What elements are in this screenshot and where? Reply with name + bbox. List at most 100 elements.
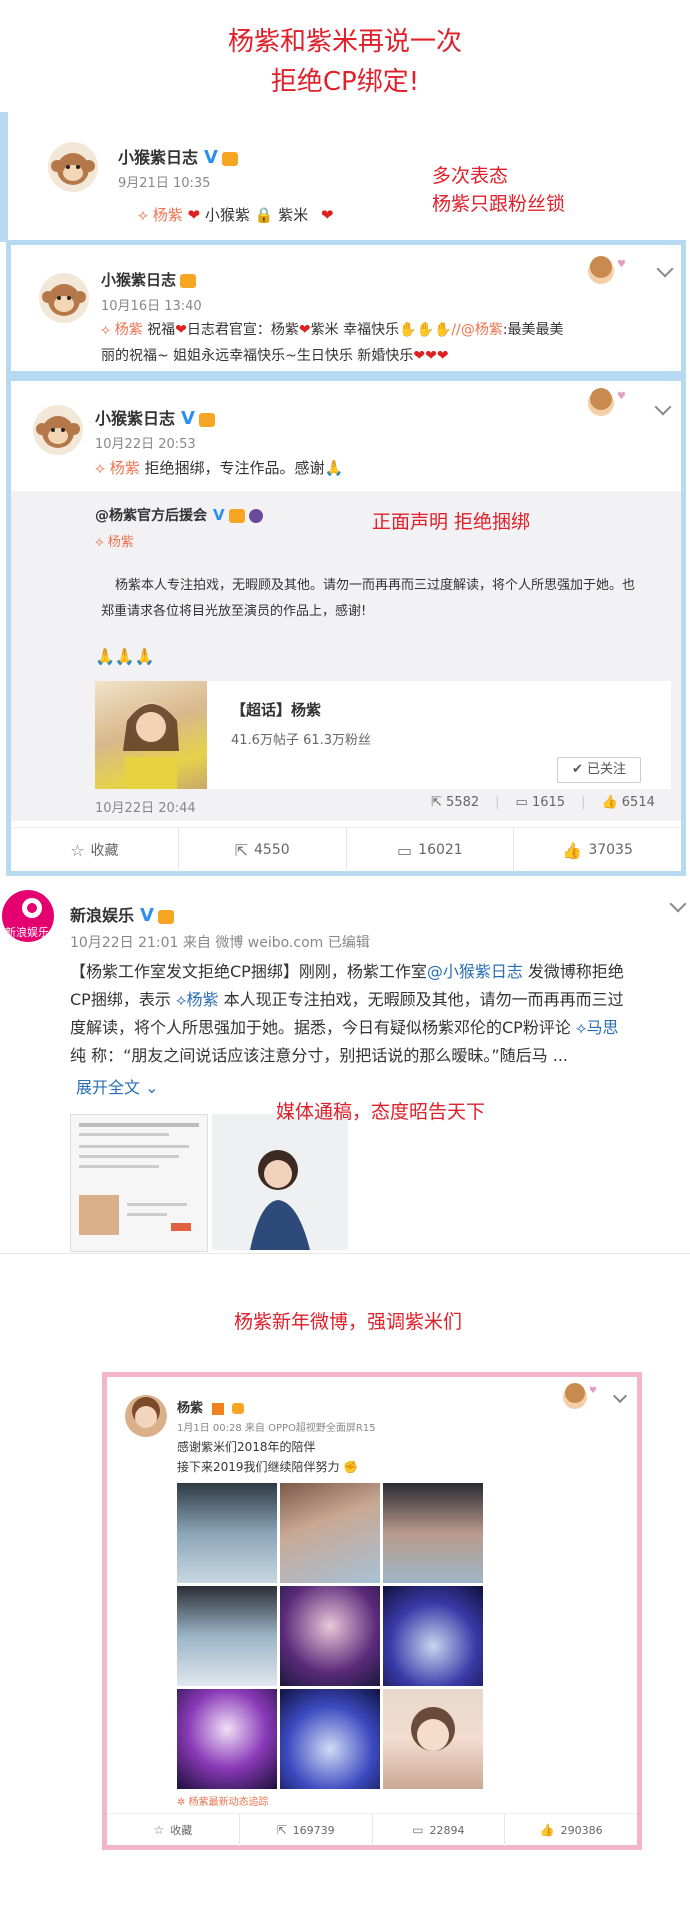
grid-photo-9[interactable] (383, 1689, 483, 1789)
sina-avatar[interactable]: 新浪娱乐 (2, 890, 54, 942)
svg-text:♥: ♥ (589, 1386, 597, 1396)
post-3-author[interactable]: 小猴紫日志 (95, 409, 175, 428)
topic-title: 【超话】杨紫 (231, 701, 322, 719)
repost-author[interactable]: @杨紫官方后援会 (95, 508, 207, 524)
repost-block: @杨紫官方后援会 V ⟡ 杨紫 杨紫本人专注拍戏，无暇顾及其他。请勿一而再再而三过… (11, 491, 681, 821)
grid-photo-4[interactable] (177, 1586, 277, 1686)
chevron-down-icon[interactable] (656, 260, 674, 278)
topic-cover-photo (95, 681, 207, 789)
post-5-line1: 感谢紫米们2018年的陪伴 (177, 1440, 316, 1454)
post-1-author[interactable]: 小猴紫日志 (118, 148, 198, 167)
post-2-mention[interactable]: //@杨紫 (451, 322, 502, 338)
grid-photo-5[interactable] (280, 1586, 380, 1686)
super-topic-icon: ⟡ (175, 990, 187, 1009)
note-1-line2: 杨紫只跟粉丝锁 (432, 193, 566, 215)
vip-icon (198, 412, 215, 427)
repost-tag[interactable]: 杨紫 (108, 535, 134, 550)
repost-like-stat[interactable]: 👍 6514 (601, 795, 654, 810)
thumbs-up-icon: 👍 (539, 1823, 555, 1837)
repost-button[interactable]: ⇱ 4550 (179, 828, 347, 872)
post-5-meta: 1月1日 00:28 来自 OPPO超视野全面屏R15 (177, 1423, 376, 1434)
grid-photo-2[interactable] (280, 1483, 380, 1583)
follow-button[interactable]: ✔ 已关注 (557, 757, 641, 783)
post-4-mention[interactable]: @小猴紫日志 (427, 962, 523, 981)
repost-share-stat[interactable]: ⇱ 5582 (431, 795, 479, 810)
post-5-card: 杨紫 ♥ 1月1日 00:28 来自 OPPO超视野全面屏R15 感谢紫米们20… (102, 1372, 642, 1850)
svg-text:♥: ♥ (617, 259, 626, 270)
repost-comment-stat[interactable]: ▭ 1615 (516, 795, 566, 810)
post-4-author[interactable]: 新浪娱乐 (70, 906, 134, 925)
post-2-text-4: :最美最美 (502, 322, 564, 338)
comment-button[interactable]: ▭ 16021 (347, 828, 515, 872)
collect-button[interactable]: ☆ 收藏 (11, 828, 179, 872)
grid-photo-7[interactable] (177, 1689, 277, 1789)
flower-icon: ✲ (177, 1797, 186, 1808)
sticker-decoration-icon: ♥ (571, 387, 631, 419)
collect-button[interactable]: ☆ 收藏 (107, 1814, 240, 1846)
post-1-tag[interactable]: 杨紫 (153, 206, 183, 224)
chevron-down-icon[interactable] (669, 895, 687, 913)
post-2-tag[interactable]: 杨紫 (115, 322, 143, 338)
headline-line2: 拒绝CP绑定! (270, 67, 420, 97)
grid-photo-6[interactable] (383, 1586, 483, 1686)
headline-line1: 杨紫和紫米再说一次 (227, 27, 462, 57)
post-4-line4: 纯 称：“朋友之间说话应该注意分寸，别把话说的那么暧昧。”随后马 ... (70, 1046, 569, 1065)
repost-time: 10月22日 20:44 (95, 801, 196, 816)
grid-photo-3[interactable] (383, 1483, 483, 1583)
repost-button[interactable]: ⇱ 169739 (240, 1814, 373, 1846)
yangzi-avatar[interactable] (125, 1395, 167, 1437)
portrait-photo[interactable] (212, 1114, 348, 1250)
star-icon: ☆ (153, 1823, 165, 1837)
share-icon: ⇱ (276, 1823, 287, 1837)
fist-emoji-icon: ✊ (343, 1460, 359, 1474)
note-3: 媒体通稿，态度昭告天下 (276, 1101, 486, 1123)
sina-avatar-text: 新浪娱乐 (5, 925, 49, 939)
post-3-tag[interactable]: 杨紫 (110, 459, 140, 477)
chevron-down-icon[interactable] (612, 1388, 628, 1404)
repost-body-line2: 郑重请求各位将目光放至演员的作品上，感谢! (101, 604, 367, 619)
like-button[interactable]: 👍 290386 (505, 1814, 637, 1846)
like-button[interactable]: 👍 37035 (514, 828, 681, 872)
super-topic-icon: ⟡ (101, 322, 111, 338)
post-5-action-bar: ☆ 收藏 ⇱ 169739 ▭ 22894 👍 290386 (107, 1813, 637, 1846)
monkey-avatar[interactable] (39, 273, 89, 323)
comment-icon: ▭ (515, 795, 528, 810)
comment-icon: ▭ (397, 840, 413, 860)
star-icon: ☆ (70, 840, 85, 860)
post-4-tag-2[interactable]: 马思 (587, 1018, 619, 1037)
post-3-time: 10月22日 20:53 (95, 437, 196, 452)
post-2-author[interactable]: 小猴紫日志 (101, 271, 176, 289)
verified-icon (211, 1402, 224, 1415)
chevron-down-icon[interactable] (654, 398, 672, 416)
screenshot-thumbnail[interactable] (70, 1114, 208, 1252)
note-2: 正面声明 拒绝捆绑 (372, 511, 531, 533)
pray-emoji-icon: 🙏🙏🙏 (95, 647, 155, 666)
note-4: 杨紫新年微博，强调紫米们 (233, 1311, 462, 1333)
verified-icon: V (140, 905, 154, 926)
sticker-decoration-icon: ♥ (545, 1381, 605, 1413)
post-3-card: 小猴紫日志 V 10月22日 20:53 ♥ ⟡ 杨紫 拒绝捆绑，专注作品。感谢🙏… (6, 376, 686, 876)
sticker-decoration-icon: ♥ (571, 255, 631, 287)
post-4-meta: 10月22日 21:01 来自 微博 weibo.com 已编辑 (70, 935, 370, 951)
monkey-avatar[interactable] (48, 142, 98, 192)
topic-card[interactable]: 【超话】杨紫 41.6万帖子 61.3万粉丝 ✔ 已关注 (95, 681, 671, 789)
post-2-text-3: 紫米 幸福快乐 (310, 322, 400, 338)
verified-icon: V (204, 147, 218, 168)
pray-emoji-icon: 🙏 (324, 459, 344, 477)
grid-photo-1[interactable] (177, 1483, 277, 1583)
post-4-tag[interactable]: 杨紫 (187, 990, 219, 1009)
post-1-card: 小猴紫日志 V 9月21日 10:35 ⟡ 杨紫 ❤ 小猴紫 🔒 紫米 ❤ (0, 112, 440, 242)
expand-full-text-link[interactable]: 展开全文 ⌄ (76, 1074, 159, 1098)
fan-badge-icon (248, 509, 263, 523)
grid-photo-8[interactable] (280, 1689, 380, 1789)
post-1-text-b: 紫米 (278, 206, 309, 224)
post-5-author[interactable]: 杨紫 (177, 1401, 203, 1416)
heart-icon-2: ❤ (320, 206, 334, 224)
verified-icon: V (213, 506, 225, 524)
hearts-icon: ❤❤❤ (413, 348, 449, 364)
monkey-avatar[interactable] (33, 405, 83, 455)
comment-button[interactable]: ▭ 22894 (373, 1814, 506, 1846)
post-5-footer-link[interactable]: ✲ 杨紫最新动态追踪 (177, 1793, 269, 1808)
post-4-card: 新浪娱乐 新浪娱乐 V 10月22日 21:01 来自 微博 weibo.com … (0, 884, 690, 1254)
verified-icon: V (181, 408, 195, 429)
